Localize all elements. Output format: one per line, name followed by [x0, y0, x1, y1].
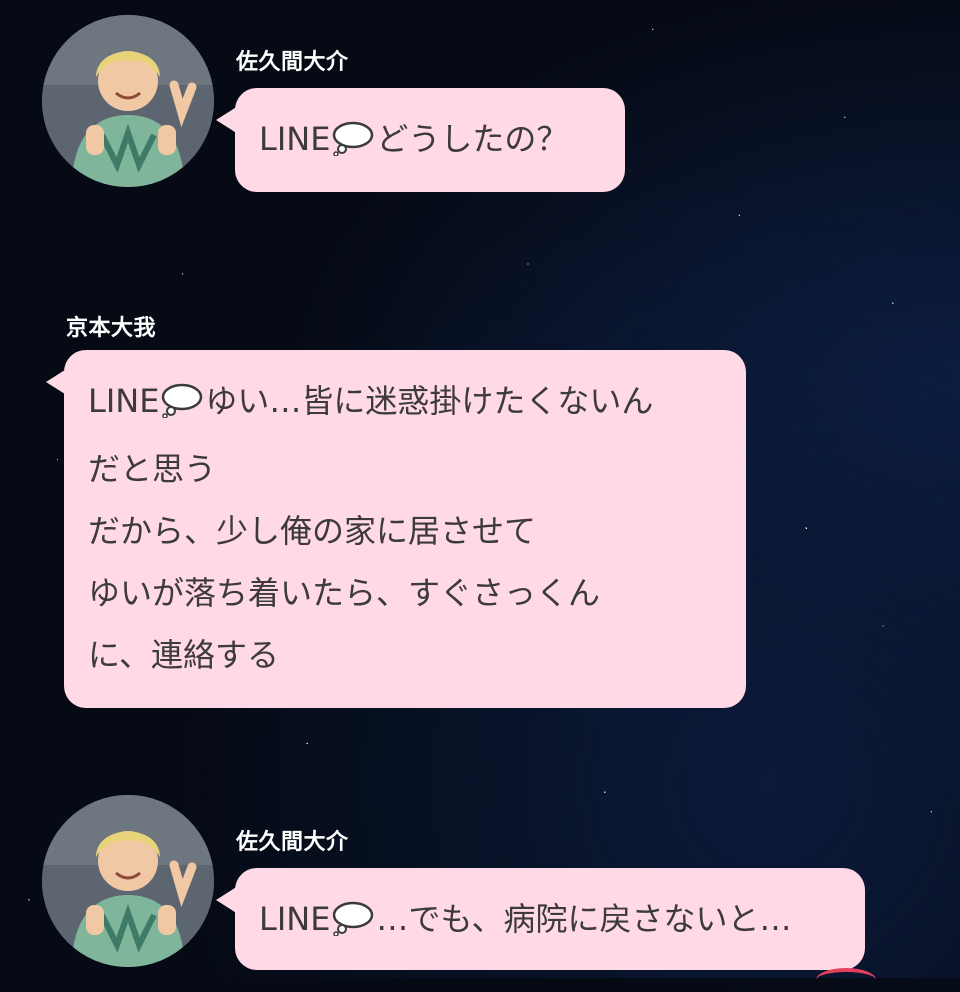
- message-line: LINE …でも、病院に戻さないと…: [259, 888, 841, 956]
- message-text: どうしたの？: [376, 120, 569, 158]
- message-bubble[interactable]: LINE どうしたの？: [235, 88, 625, 192]
- thought-bubble-icon: [331, 894, 375, 956]
- avatar-sakuma[interactable]: [42, 15, 214, 187]
- avatar-sakuma[interactable]: [42, 795, 214, 967]
- line-prefix: LINE: [259, 900, 331, 938]
- message-text: ゆい…皆に迷惑掛けたくないん: [205, 382, 654, 420]
- message-line: LINE どうしたの？: [259, 108, 601, 176]
- sender-name: 佐久間大介: [236, 50, 349, 75]
- message-line: ゆいが落ち着いたら、すぐさっくん: [88, 574, 601, 612]
- message-line: に、連絡する: [88, 636, 280, 674]
- thought-bubble-icon: [160, 376, 204, 438]
- message-line: だと思う: [88, 450, 217, 488]
- sender-name: 京本大我: [66, 316, 157, 341]
- thought-bubble-icon: [331, 114, 375, 176]
- message-bubble[interactable]: LINE …でも、病院に戻さないと…: [235, 868, 865, 970]
- message-text: …でも、病院に戻さないと…: [376, 900, 792, 938]
- message-bubble[interactable]: LINE ゆい…皆に迷惑掛けたくないん だと思う だから、少し俺の家に居させて ゆ…: [64, 350, 746, 708]
- sender-name: 佐久間大介: [236, 830, 349, 855]
- line-prefix: LINE: [259, 120, 331, 158]
- message-line: LINE ゆい…皆に迷惑掛けたくないん: [88, 370, 722, 438]
- partial-heart-icon: [816, 968, 876, 992]
- line-prefix: LINE: [88, 382, 160, 420]
- message-line: だから、少し俺の家に居させて: [88, 512, 537, 550]
